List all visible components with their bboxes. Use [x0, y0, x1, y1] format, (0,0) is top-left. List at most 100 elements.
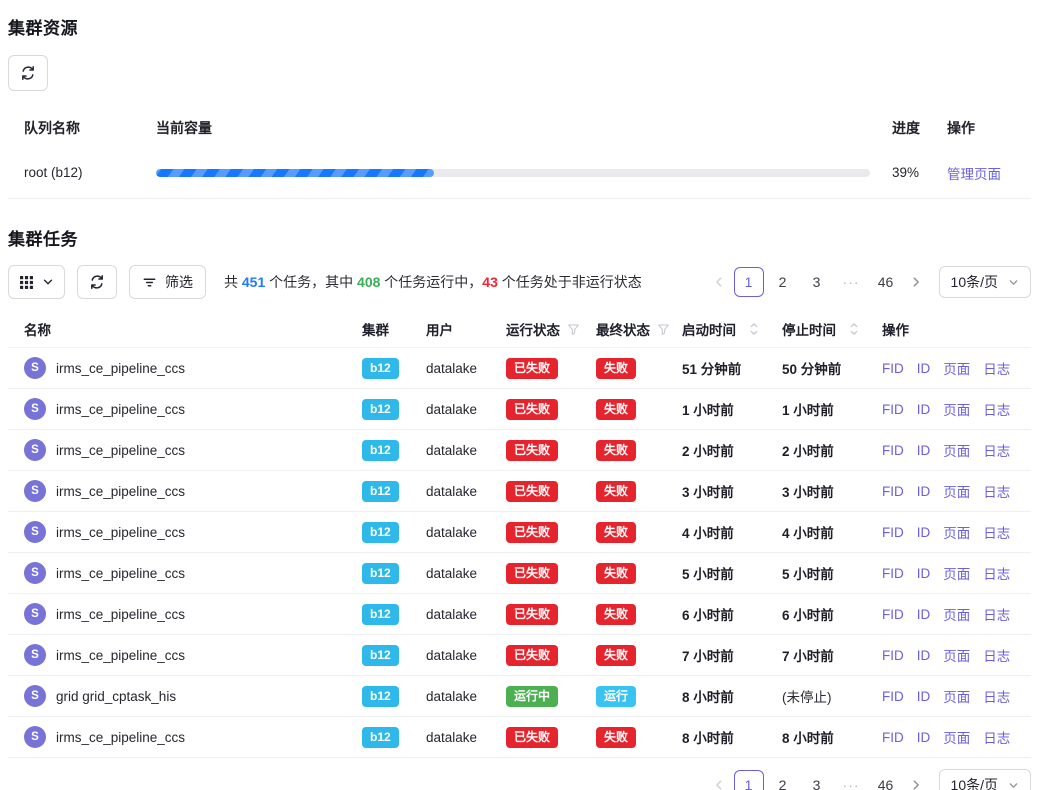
- row-action-link[interactable]: FID: [882, 443, 904, 458]
- filter-button[interactable]: 筛选: [129, 265, 206, 299]
- row-action-link[interactable]: 日志: [983, 358, 1010, 378]
- filter-funnel-icon[interactable]: [567, 323, 580, 336]
- pagination-page-1[interactable]: 1: [734, 267, 764, 297]
- row-action-link[interactable]: ID: [917, 689, 931, 704]
- row-actions: FID ID 页面日志: [874, 563, 1031, 583]
- row-action-link[interactable]: 页面: [943, 481, 970, 501]
- row-action-link[interactable]: FID: [882, 730, 904, 745]
- row-action-link[interactable]: ID: [917, 607, 931, 622]
- tasks-summary: 共 451 个任务，其中 408 个任务运行中，43 个任务处于非运行状态: [224, 272, 642, 292]
- page-size-select[interactable]: 10条/页: [939, 769, 1031, 790]
- row-action-link[interactable]: 页面: [943, 604, 970, 624]
- row-action-link[interactable]: FID: [882, 607, 904, 622]
- pagination: 123···46 10条/页: [706, 266, 1031, 298]
- avatar: S: [24, 562, 46, 584]
- pagination-prev-button[interactable]: [706, 770, 732, 790]
- row-action-link[interactable]: 日志: [983, 440, 1010, 460]
- pagination-next-button[interactable]: [903, 267, 929, 297]
- table-row: S irms_ce_pipeline_ccs b12 datalake 已失败 …: [8, 471, 1031, 512]
- row-actions: FID ID 页面日志: [874, 522, 1031, 542]
- avatar: S: [24, 726, 46, 748]
- column-header-queue: 队列名称: [8, 118, 148, 138]
- column-header-stop-time: 停止时间: [774, 319, 874, 339]
- stop-time: (未停止): [774, 686, 874, 706]
- task-user: datalake: [418, 689, 498, 704]
- table-row: S irms_ce_pipeline_ccs b12 datalake 已失败 …: [8, 512, 1031, 553]
- final-status-badge: 失败: [596, 563, 636, 584]
- layout-grid-dropdown-button[interactable]: [8, 265, 65, 299]
- row-action-link[interactable]: ID: [917, 648, 931, 663]
- row-action-link[interactable]: 日志: [983, 563, 1010, 583]
- pagination-page-1[interactable]: 1: [734, 770, 764, 790]
- pagination-page-46[interactable]: 46: [871, 770, 901, 790]
- task-user: datalake: [418, 607, 498, 622]
- run-status-badge: 运行中: [506, 686, 558, 707]
- row-action-link[interactable]: 页面: [943, 645, 970, 665]
- start-time: 51 分钟前: [674, 358, 774, 378]
- progress-percent: 39%: [880, 165, 939, 180]
- row-action-link[interactable]: 日志: [983, 686, 1010, 706]
- sort-icon[interactable]: [849, 322, 859, 336]
- row-action-link[interactable]: 页面: [943, 686, 970, 706]
- row-action-link[interactable]: ID: [917, 443, 931, 458]
- row-action-link[interactable]: ID: [917, 566, 931, 581]
- final-status-badge: 失败: [596, 727, 636, 748]
- table-row: S irms_ce_pipeline_ccs b12 datalake 已失败 …: [8, 430, 1031, 471]
- row-actions: FID ID 页面日志: [874, 727, 1031, 747]
- avatar: S: [24, 685, 46, 707]
- start-time: 3 小时前: [674, 481, 774, 501]
- tasks-refresh-button[interactable]: [77, 265, 117, 299]
- task-user: datalake: [418, 361, 498, 376]
- row-action-link[interactable]: ID: [917, 730, 931, 745]
- row-action-link[interactable]: 页面: [943, 399, 970, 419]
- row-action-link[interactable]: 页面: [943, 563, 970, 583]
- final-status-badge: 失败: [596, 645, 636, 666]
- pagination-page-3[interactable]: 3: [802, 770, 832, 790]
- row-action-link[interactable]: FID: [882, 361, 904, 376]
- pagination-page-2[interactable]: 2: [768, 770, 798, 790]
- manage-page-link[interactable]: 管理页面: [947, 167, 1001, 182]
- page-size-select[interactable]: 10条/页: [939, 266, 1031, 298]
- row-action-link[interactable]: FID: [882, 566, 904, 581]
- final-status-badge: 失败: [596, 399, 636, 420]
- row-action-link[interactable]: FID: [882, 648, 904, 663]
- row-action-link[interactable]: ID: [917, 484, 931, 499]
- row-action-link[interactable]: 页面: [943, 727, 970, 747]
- stop-time: 4 小时前: [774, 522, 874, 542]
- start-time: 2 小时前: [674, 440, 774, 460]
- row-action-link[interactable]: 日志: [983, 645, 1010, 665]
- row-action-link[interactable]: FID: [882, 402, 904, 417]
- column-header-final-status: 最终状态: [588, 319, 674, 339]
- row-action-link[interactable]: FID: [882, 689, 904, 704]
- task-name: irms_ce_pipeline_ccs: [56, 566, 185, 581]
- row-action-link[interactable]: 日志: [983, 481, 1010, 501]
- pagination-next-button[interactable]: [903, 770, 929, 790]
- row-action-link[interactable]: 日志: [983, 522, 1010, 542]
- row-action-link[interactable]: ID: [917, 525, 931, 540]
- final-status-badge: 失败: [596, 440, 636, 461]
- pagination-page-46[interactable]: 46: [871, 267, 901, 297]
- resources-row: root (b12) 39% 管理页面: [8, 147, 1031, 199]
- refresh-icon: [89, 274, 105, 290]
- cluster-resources-section: 集群资源 队列名称 当前容量 进度 操作 root (b12): [8, 14, 1031, 199]
- row-action-link[interactable]: 页面: [943, 522, 970, 542]
- row-action-link[interactable]: FID: [882, 484, 904, 499]
- resources-refresh-button[interactable]: [8, 55, 48, 91]
- row-action-link[interactable]: 日志: [983, 399, 1010, 419]
- row-actions: FID ID 页面日志: [874, 358, 1031, 378]
- row-action-link[interactable]: 日志: [983, 604, 1010, 624]
- row-action-link[interactable]: ID: [917, 361, 931, 376]
- row-action-link[interactable]: 页面: [943, 358, 970, 378]
- task-user: datalake: [418, 730, 498, 745]
- row-action-link[interactable]: 日志: [983, 727, 1010, 747]
- row-action-link[interactable]: ID: [917, 402, 931, 417]
- filter-funnel-icon[interactable]: [657, 323, 670, 336]
- row-action-link[interactable]: FID: [882, 525, 904, 540]
- start-time: 7 小时前: [674, 645, 774, 665]
- sort-icon[interactable]: [749, 322, 759, 336]
- row-action-link[interactable]: 页面: [943, 440, 970, 460]
- pagination-prev-button[interactable]: [706, 267, 732, 297]
- cluster-badge: b12: [362, 727, 399, 748]
- pagination-page-2[interactable]: 2: [768, 267, 798, 297]
- pagination-page-3[interactable]: 3: [802, 267, 832, 297]
